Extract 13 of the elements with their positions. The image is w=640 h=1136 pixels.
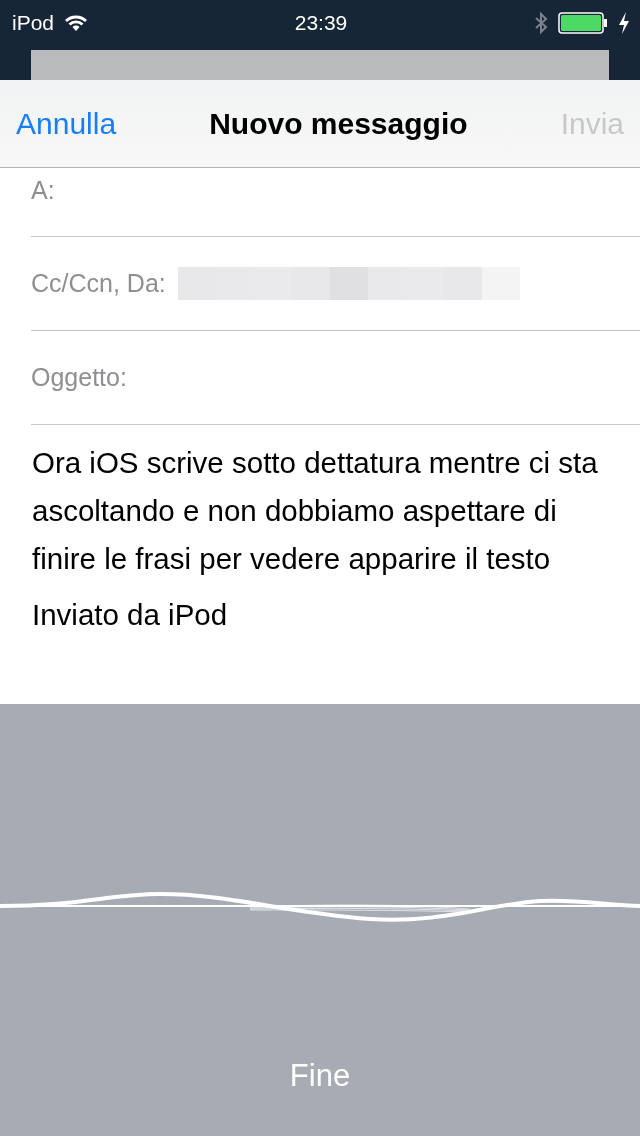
wifi-icon [64,14,89,32]
screen-title: Nuovo messaggio [208,106,469,141]
signature: Inviato da iPod [31,597,229,633]
field-label: A: [31,176,55,205]
battery-icon [558,12,608,34]
field-label: Cc/Ccn, Da: [31,269,166,298]
cancel-button[interactable]: Annulla [16,106,117,141]
done-button[interactable]: Fine [289,1058,351,1094]
clock: 23:39 [293,11,349,35]
message-body: Ora iOS scrive sotto dettatura mentre ci sta ascoltando e non dobbiamo aspettare di finire le frasi per vedere apparire il testo [31,445,599,577]
field-label: Oggetto: [31,363,127,392]
device-name: iPod [12,11,55,35]
bluetooth-icon [534,11,548,35]
